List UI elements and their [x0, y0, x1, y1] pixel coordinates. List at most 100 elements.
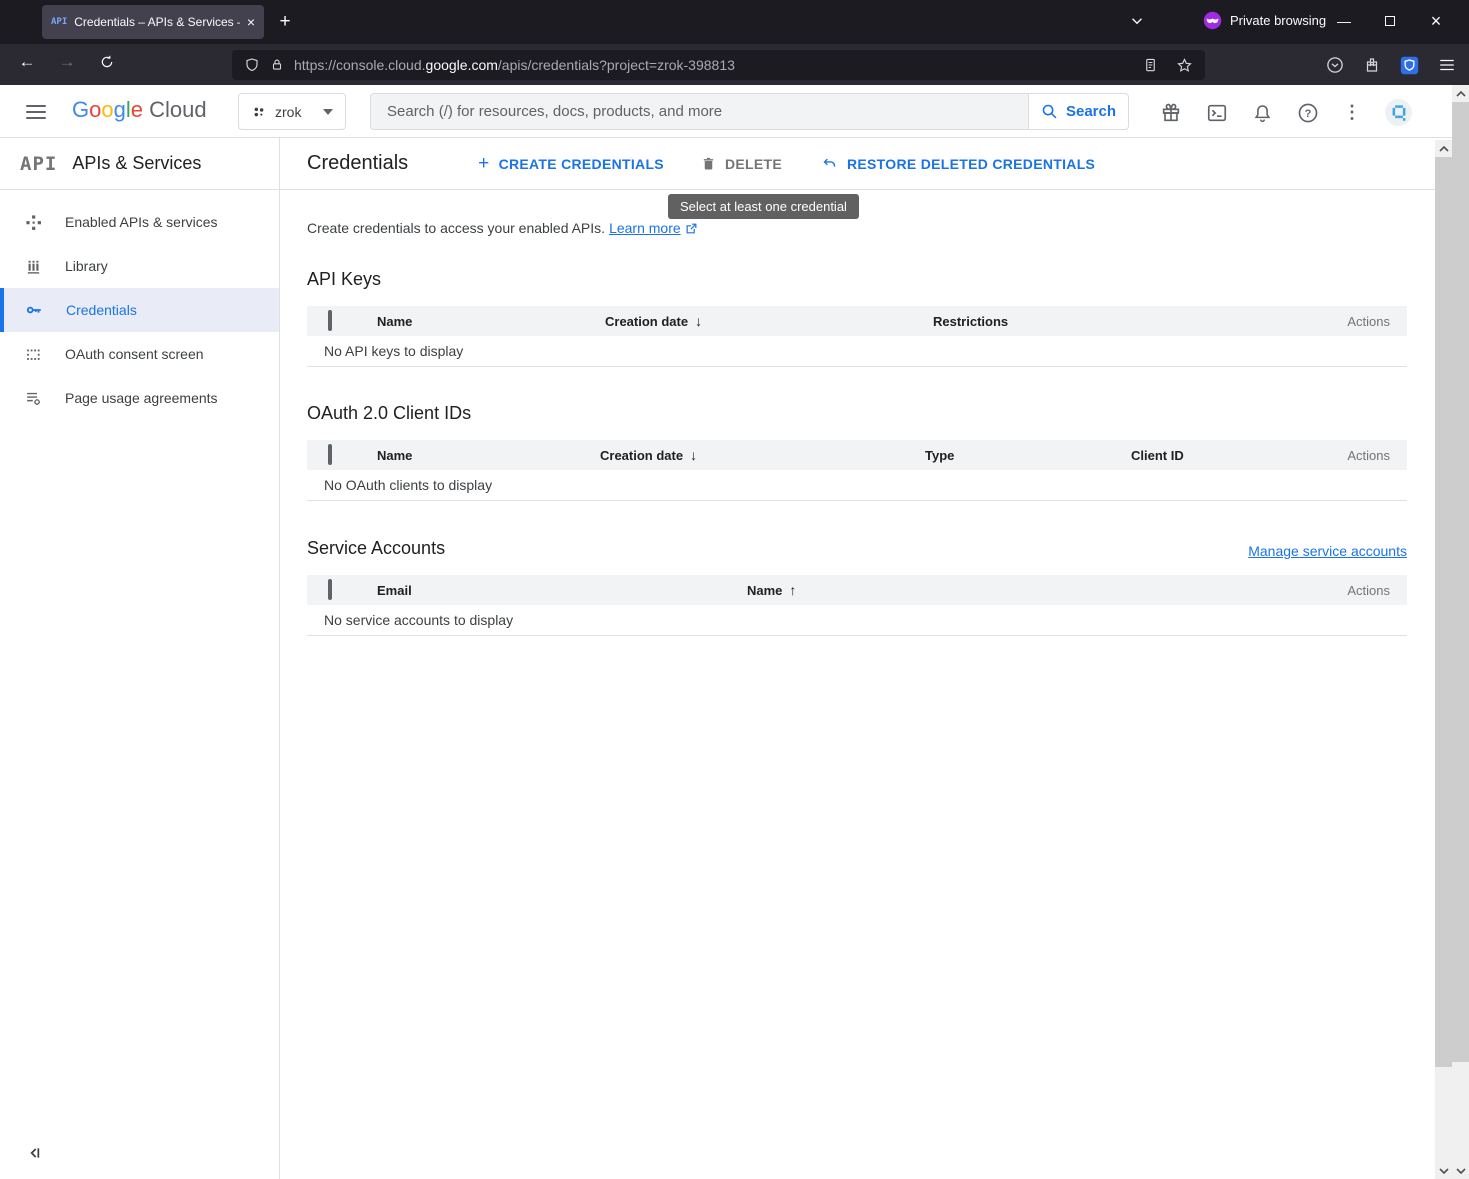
- kebab-menu-icon[interactable]: ⋮: [1343, 102, 1361, 123]
- gift-icon[interactable]: [1160, 102, 1182, 124]
- tab-bar: API Credentials – APIs & Services – z × …: [0, 0, 1469, 44]
- browser-window: API Credentials – APIs & Services – z × …: [0, 0, 1469, 1179]
- oauth-clients-section: OAuth 2.0 Client IDs Name Creation date …: [307, 403, 1407, 501]
- new-tab-button[interactable]: +: [272, 9, 298, 35]
- delete-button[interactable]: DELETE: [701, 155, 782, 172]
- oauth-consent-icon: [25, 346, 42, 363]
- oauth-empty-state: No OAuth clients to display: [307, 470, 1407, 501]
- project-selector[interactable]: zrok: [238, 93, 346, 130]
- list-tabs-chevron-icon[interactable]: [1128, 12, 1146, 30]
- scrollbar-thumb[interactable]: [1452, 102, 1469, 1062]
- tab-close-icon[interactable]: ×: [247, 15, 255, 29]
- restore-deleted-credentials-button[interactable]: RESTORE DELETED CREDENTIALS: [821, 156, 1095, 172]
- column-header-creation-date[interactable]: Creation date ↓: [600, 447, 925, 463]
- service-accounts-table-header: Email Name ↑ Actions: [307, 575, 1407, 605]
- sidebar-header: API APIs & Services: [0, 138, 279, 190]
- scrollbar-thumb[interactable]: [1435, 157, 1452, 1067]
- help-icon[interactable]: ?: [1297, 102, 1319, 124]
- back-button[interactable]: ←: [12, 47, 42, 77]
- lock-icon[interactable]: [270, 57, 284, 73]
- menu-hamburger-icon[interactable]: [1438, 57, 1456, 73]
- gcp-search-button[interactable]: Search: [1028, 93, 1129, 130]
- select-all-checkbox[interactable]: [328, 579, 332, 600]
- plus-icon: +: [478, 156, 489, 172]
- external-link-icon: [685, 222, 698, 235]
- logo-letter: o: [89, 97, 101, 122]
- reload-button[interactable]: [92, 47, 122, 77]
- extensions-puzzle-icon[interactable]: [1363, 56, 1381, 74]
- column-header-email[interactable]: Email: [377, 583, 747, 598]
- tooltip: Select at least one credential: [668, 194, 859, 219]
- delete-label: DELETE: [725, 156, 782, 172]
- reader-view-icon[interactable]: [1143, 57, 1158, 73]
- column-header-name[interactable]: Name: [377, 448, 600, 463]
- scroll-up-icon[interactable]: [1435, 140, 1452, 157]
- sidebar-item-enabled-apis[interactable]: Enabled APIs & services: [0, 200, 279, 244]
- column-header-client-id: Client ID: [1131, 448, 1317, 463]
- learn-more-link[interactable]: Learn more: [609, 220, 681, 236]
- window-scrollbar[interactable]: [1452, 85, 1469, 1179]
- sidebar-item-page-usage[interactable]: Page usage agreements: [0, 376, 279, 420]
- tab-title: Credentials – APIs & Services – z: [74, 15, 240, 29]
- avatar-pixel-q-icon: [1390, 104, 1408, 122]
- sidebar-item-credentials[interactable]: Credentials: [0, 288, 279, 332]
- oauth-table-header: Name Creation date ↓ Type Client ID Acti…: [307, 440, 1407, 470]
- logo-letter: g: [114, 97, 126, 122]
- service-accounts-section: Service Accounts Manage service accounts…: [307, 538, 1407, 636]
- shield-icon[interactable]: [244, 57, 260, 73]
- gcp-header-icons: ? ⋮: [1160, 99, 1412, 126]
- pocket-icon[interactable]: [1326, 56, 1344, 74]
- sidebar-item-label: Library: [65, 258, 108, 274]
- bitwarden-shield-icon[interactable]: [1400, 56, 1419, 75]
- bookmark-star-icon[interactable]: [1176, 57, 1193, 74]
- minimize-button[interactable]: —: [1321, 5, 1367, 37]
- notifications-bell-icon[interactable]: [1252, 102, 1273, 124]
- select-all-checkbox[interactable]: [328, 444, 332, 465]
- private-browsing-badge: Private browsing: [1203, 11, 1326, 30]
- nav-buttons: ← →: [12, 47, 122, 77]
- scroll-down-icon[interactable]: [1435, 1162, 1452, 1179]
- browser-tab[interactable]: API Credentials – APIs & Services – z ×: [42, 5, 264, 39]
- maximize-button[interactable]: [1367, 5, 1413, 37]
- sidebar: API APIs & Services Enabled APIs & servi…: [0, 138, 280, 1179]
- gcp-search-input[interactable]: [387, 103, 1012, 120]
- private-mask-icon: [1203, 11, 1222, 30]
- gcp-nav-menu-icon[interactable]: [26, 105, 46, 119]
- google-cloud-logo[interactable]: Google Cloud: [72, 97, 207, 123]
- sort-asc-icon[interactable]: ↑: [789, 582, 796, 598]
- sidebar-item-oauth-consent[interactable]: OAuth consent screen: [0, 332, 279, 376]
- logo-cloud-text: Cloud: [143, 97, 207, 122]
- column-header-creation-date[interactable]: Creation date ↓: [605, 313, 933, 329]
- cloud-shell-icon[interactable]: [1206, 102, 1228, 124]
- service-accounts-table: Email Name ↑ Actions No service accounts…: [307, 575, 1407, 636]
- manage-service-accounts-link[interactable]: Manage service accounts: [1248, 543, 1407, 559]
- content-scrollbar[interactable]: [1435, 140, 1452, 1179]
- url-bar[interactable]: https://console.cloud.google.com/apis/cr…: [232, 50, 1205, 80]
- enabled-apis-icon: [25, 214, 42, 231]
- key-icon: [25, 301, 43, 319]
- create-credentials-button[interactable]: + CREATE CREDENTIALS: [478, 156, 664, 172]
- scroll-down-icon[interactable]: [1452, 1162, 1469, 1179]
- gcp-search-box[interactable]: [370, 93, 1028, 130]
- sidebar-item-library[interactable]: Library: [0, 244, 279, 288]
- api-keys-title: API Keys: [307, 269, 1407, 290]
- select-all-checkbox[interactable]: [328, 310, 332, 331]
- intro-text: Create credentials to access your enable…: [307, 220, 1407, 236]
- column-header-name[interactable]: Name: [377, 314, 605, 329]
- logo-letter: e: [131, 97, 143, 122]
- account-avatar[interactable]: [1385, 99, 1412, 126]
- restore-label: RESTORE DELETED CREDENTIALS: [847, 156, 1095, 172]
- column-header-name[interactable]: Name ↑: [747, 582, 1317, 598]
- sidebar-item-label: OAuth consent screen: [65, 346, 204, 362]
- sort-desc-icon[interactable]: ↓: [695, 313, 702, 329]
- scroll-up-icon[interactable]: [1452, 85, 1469, 102]
- forward-button[interactable]: →: [52, 47, 82, 77]
- svg-text:?: ?: [1305, 108, 1312, 120]
- private-browsing-label: Private browsing: [1230, 13, 1326, 28]
- collapse-sidebar-button[interactable]: [27, 1145, 43, 1161]
- column-header-actions: Actions: [1317, 583, 1407, 598]
- close-button[interactable]: ×: [1413, 5, 1459, 37]
- sort-desc-icon[interactable]: ↓: [690, 447, 697, 463]
- window-controls: — ×: [1321, 5, 1459, 37]
- project-icon: [251, 104, 267, 120]
